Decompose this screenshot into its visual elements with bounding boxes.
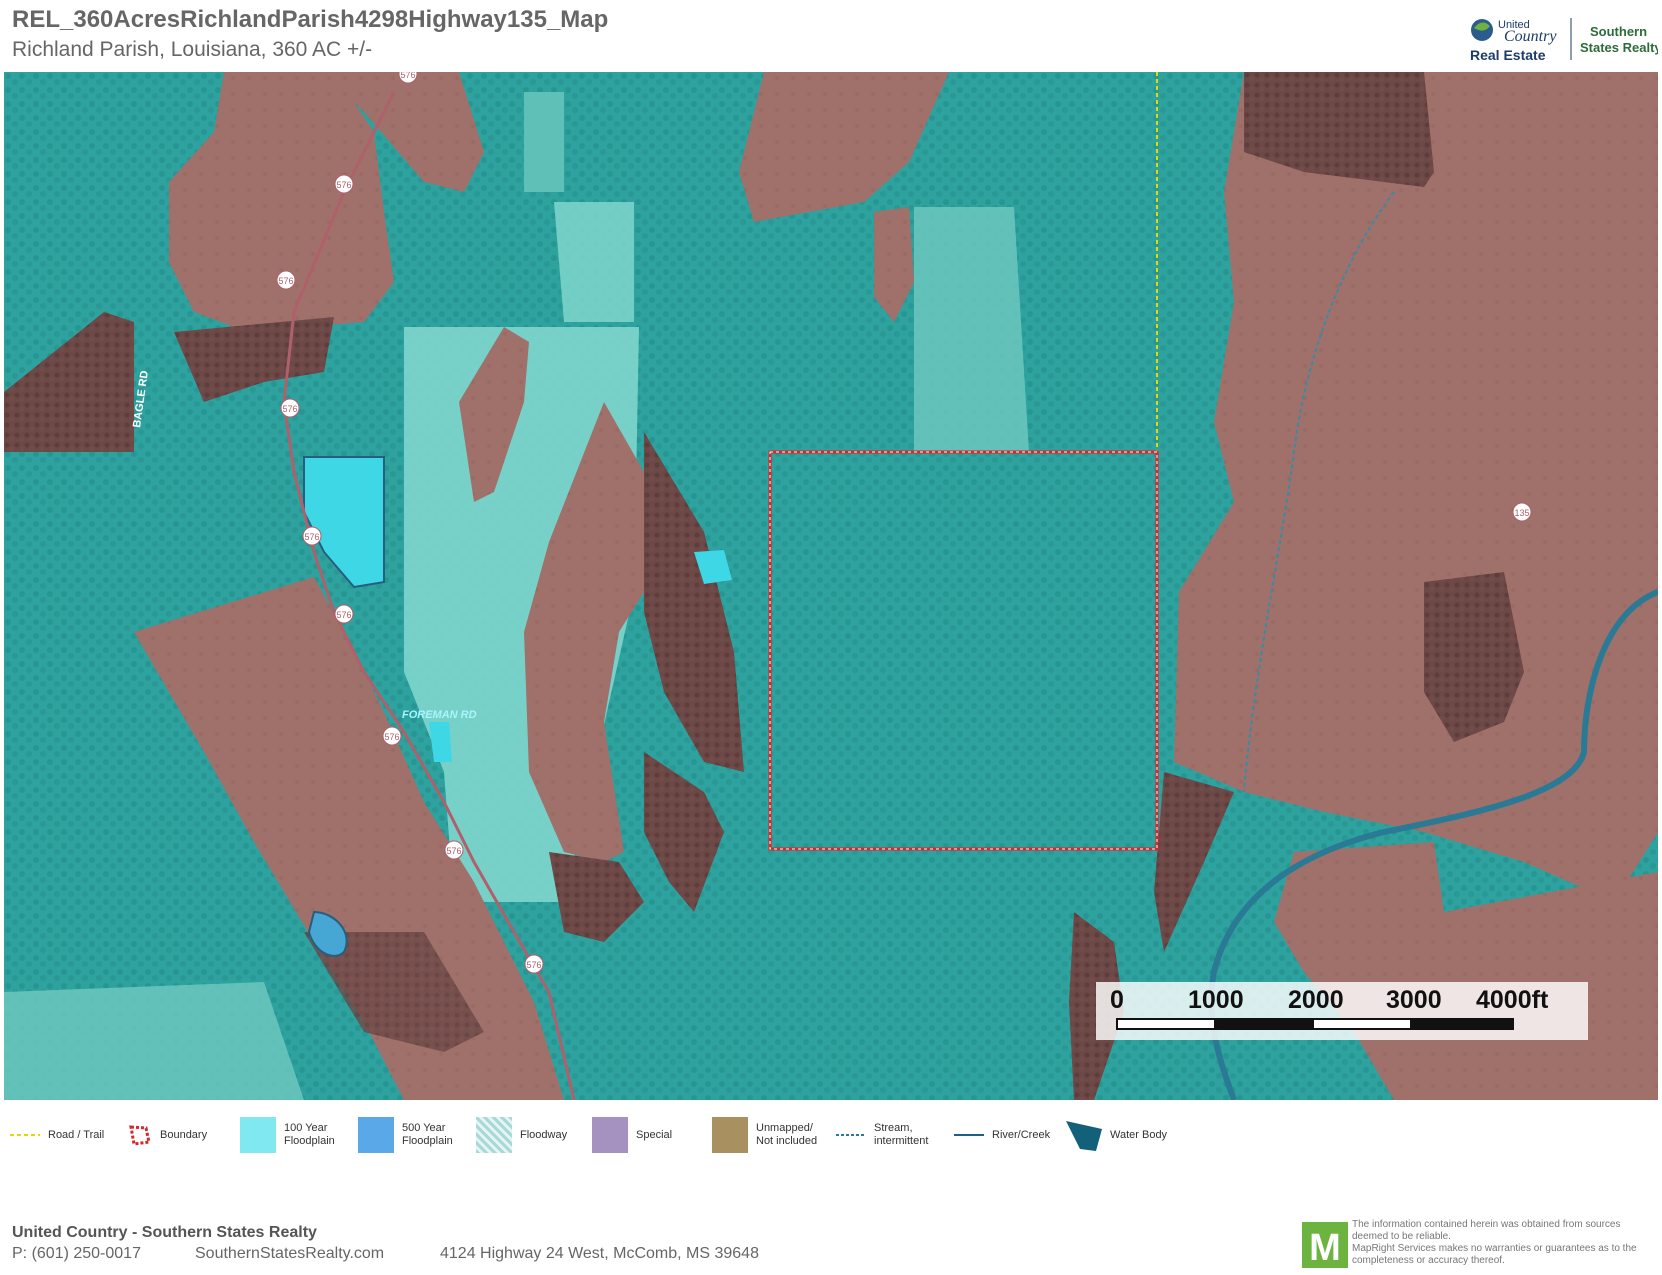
svg-text:576: 576 [400,72,415,80]
route-shield: 576 [334,174,354,194]
scale-segment [1312,1018,1412,1030]
footer-phone[interactable]: P: (601) 250-0017 [12,1245,141,1263]
logo-real-estate: Real Estate [1470,47,1546,63]
boundary-icon [129,1125,151,1146]
svg-text:576: 576 [336,610,351,620]
unmapped-icon [712,1117,748,1153]
svg-text:576: 576 [526,960,541,970]
legend-item-stream: Stream, intermittent [836,1112,928,1158]
route-shield: 576 [280,398,300,418]
footer-website[interactable]: SouthernStatesRealty.com [195,1245,384,1263]
legend-item-100-year: 100 Year Floodplain [240,1112,335,1158]
legend-item-500-year: 500 Year Floodplain [358,1112,453,1158]
scale-segment [1214,1018,1314,1030]
route-shield: 576 [524,954,544,974]
legend-label: Water Body [1110,1128,1168,1141]
map-canvas: 576 576 576 576 576 576 576 576 576 135 … [4,72,1658,1100]
route-shield: 576 [302,526,322,546]
route-shield: 576 [382,726,402,746]
svg-text:576: 576 [446,846,461,856]
light-field [554,202,634,322]
legend-label: Unmapped/ Not included [756,1122,818,1147]
mapright-logo: M [1302,1222,1348,1269]
scale-tick: 2000 [1288,986,1344,1014]
legend-label: Boundary [160,1128,208,1141]
route-shield: 576 [276,270,296,290]
map-title: REL_360AcresRichlandParish4298Highway135… [12,6,609,33]
mapright-logo-letter: M [1309,1227,1341,1268]
scale-tick: 0 [1110,986,1124,1014]
scale-segment [1410,1018,1514,1030]
scale-tick: 3000 [1386,986,1442,1014]
legend-label: Special [636,1128,673,1141]
map-subtitle: Richland Parish, Louisiana, 360 AC +/- [12,38,373,61]
legend-label: Road / Trail [48,1128,105,1141]
legend-item-special: Special [592,1112,672,1158]
logo-country: Country [1504,28,1557,45]
scale-tick: 1000 [1188,986,1244,1014]
legend-item-water-body: Water Body [1066,1112,1167,1158]
upland-area [1174,72,1658,902]
route-shield: 135 [1512,502,1532,522]
footer-address: 4124 Highway 24 West, McComb, MS 39648 [440,1245,759,1262]
legend-label: 500 Year Floodplain [402,1122,453,1147]
road-trail-icon [10,1134,40,1136]
scale-bar: 0 1000 2000 3000 4000ft [1096,982,1588,1040]
svg-text:576: 576 [336,180,351,190]
svg-text:576: 576 [384,732,399,742]
light-field [524,92,564,192]
river-creek-icon [954,1134,984,1136]
logo-brand-line2: States Realty [1580,40,1658,55]
100-year-floodplain-icon [240,1117,276,1153]
legend-label: Floodway [520,1128,568,1141]
footer-disclaimer: The information contained herein was obt… [1352,1219,1637,1266]
svg-text:576: 576 [278,276,293,286]
floodway-icon [476,1117,512,1153]
floodplain-map[interactable]: 576 576 576 576 576 576 576 576 576 135 … [4,72,1658,1100]
logo-brand-line1: Southern [1590,24,1647,39]
legend-item-river: River/Creek [954,1112,1050,1158]
500-year-floodplain-icon [358,1117,394,1153]
light-field [4,982,304,1100]
route-shield: 576 [444,840,464,860]
light-field [914,207,1029,452]
street-label-foreman-rd: FOREMAN RD [402,709,477,721]
scale-tick: 4000ft [1476,986,1549,1014]
footer-company: United Country - Southern States Realty [12,1224,317,1241]
legend-label: Stream, intermittent [874,1122,929,1147]
scale-segment [1116,1018,1216,1030]
legend-item-floodway: Floodway [476,1112,567,1158]
legend-item-boundary: Boundary [128,1112,207,1158]
united-country-logo: United Country Real Estate Southern Stat… [1470,18,1658,63]
legend-item-road-trail: Road / Trail [10,1112,104,1158]
stream-intermittent-icon [836,1134,866,1136]
legend-label: River/Creek [992,1128,1051,1141]
svg-text:135: 135 [1514,508,1529,518]
svg-text:576: 576 [282,404,297,414]
svg-text:576: 576 [304,532,319,542]
special-icon [592,1117,628,1153]
legend-item-unmapped: Unmapped/ Not included [712,1112,817,1158]
route-shield: 576 [334,604,354,624]
map-legend: Road / Trail Boundary 100 Year Floodplai… [0,1112,1662,1158]
legend-label: 100 Year Floodplain [284,1122,335,1147]
water-body-icon [1066,1121,1102,1151]
